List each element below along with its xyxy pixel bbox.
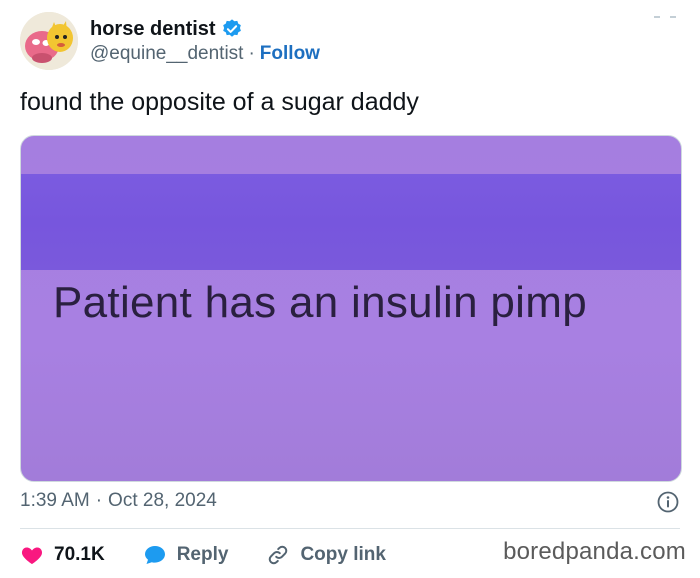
separator-dot: · (95, 490, 103, 511)
follow-button[interactable]: Follow (260, 43, 320, 65)
divider (20, 528, 680, 529)
site-watermark: boredpanda.com (503, 538, 686, 565)
tweet-timestamp[interactable]: 1:39 AM · Oct 28, 2024 (20, 490, 217, 512)
tweet-date: Oct 28, 2024 (108, 490, 217, 511)
media-highlight-band (21, 174, 681, 270)
author-handle-row: @equine__dentist · Follow (90, 42, 320, 66)
author-display-name[interactable]: horse dentist (90, 18, 216, 41)
reply-bubble-icon (144, 546, 165, 564)
reply-button[interactable]: Reply (143, 543, 229, 567)
copy-link-label: Copy link (300, 544, 386, 565)
tweet-media-image[interactable]: Patient has an insulin pimp (20, 135, 682, 482)
action-bar: 70.1K Reply Copy link (20, 540, 424, 570)
tweet-time: 1:39 AM (20, 490, 90, 511)
more-options-icon[interactable] (650, 10, 680, 24)
verified-badge-icon (222, 19, 241, 37)
avatar-image (20, 12, 78, 70)
media-caption-text: Patient has an insulin pimp (53, 278, 587, 327)
author-handle[interactable]: @equine__dentist (90, 43, 243, 65)
author-name-row: horse dentist (90, 16, 243, 42)
tweet-card: horse dentist @equine__dentist · Follow … (0, 0, 700, 578)
like-button[interactable]: 70.1K (20, 543, 105, 567)
heart-icon (21, 547, 43, 564)
copy-link-button[interactable]: Copy link (266, 543, 386, 567)
info-icon[interactable] (656, 490, 680, 514)
like-count: 70.1K (54, 544, 105, 565)
separator-dot: · (248, 43, 255, 64)
reply-label: Reply (176, 544, 229, 565)
link-icon (269, 545, 288, 565)
avatar[interactable] (20, 12, 78, 70)
tweet-text: found the opposite of a sugar daddy (20, 88, 419, 116)
